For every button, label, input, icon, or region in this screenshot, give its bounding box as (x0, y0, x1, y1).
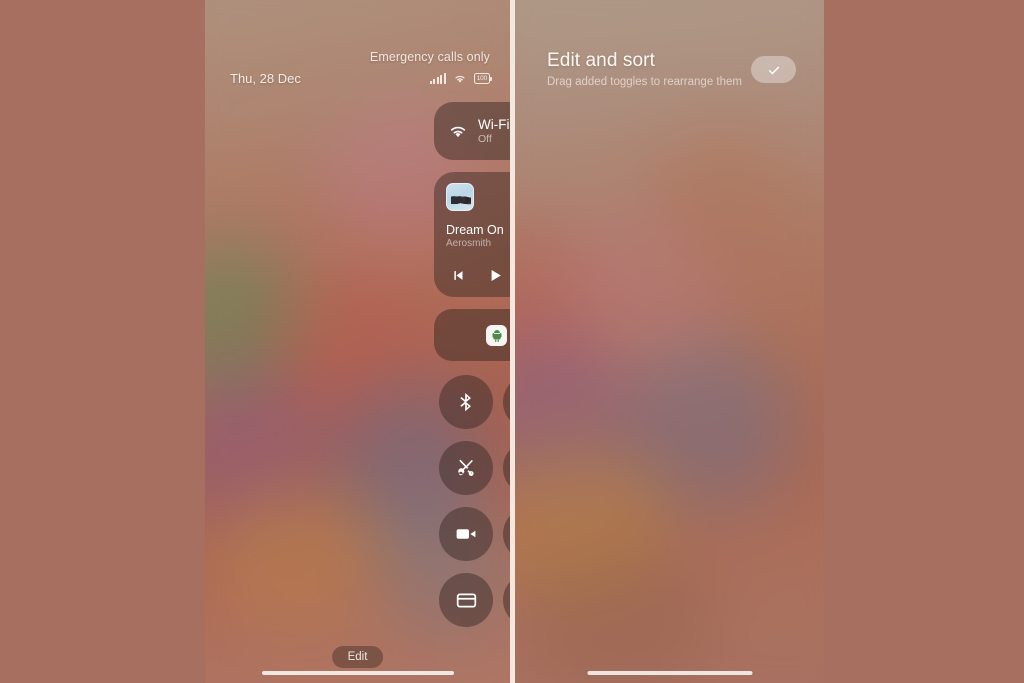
wifi-tile-status: Off (478, 133, 492, 145)
wifi-tile[interactable]: Wi-Fi Off (434, 102, 510, 160)
toggle-battery-saver[interactable] (503, 441, 510, 495)
toggle-cast[interactable] (503, 507, 510, 561)
toggle-wallet[interactable] (439, 573, 494, 627)
play-icon[interactable] (487, 267, 504, 284)
toggle-scanner[interactable] (503, 573, 510, 627)
connectivity-row: Wi-Fi Off Mobile data Not available (434, 102, 510, 160)
media-player-card[interactable]: Dream On Aerosmith (434, 172, 510, 297)
album-art (446, 183, 474, 211)
scissors-icon (458, 459, 474, 476)
edit-sort-header: Edit and sort Drag added toggles to rear… (547, 50, 742, 88)
home-indicator (587, 671, 752, 675)
android-easter-egg-tile[interactable]: Android Easter Egg (434, 309, 510, 361)
signal-bars-icon (429, 73, 446, 84)
toggle-airplane-mode[interactable] (503, 375, 510, 429)
media-and-sliders-row: Dream On Aerosmith (434, 172, 510, 297)
checkmark-icon (768, 66, 779, 75)
status-bar-date: Thu, 28 Dec (230, 71, 301, 86)
page-subtitle: Drag added toggles to rearrange them (547, 76, 742, 88)
battery-level: 100 (476, 75, 487, 82)
edit-button[interactable]: Edit (331, 646, 384, 668)
edit-and-sort-panel: Edit and sort Drag added toggles to rear… (515, 0, 824, 683)
wifi-icon (455, 75, 465, 83)
video-camera-icon (456, 529, 476, 539)
track-artist: Aerosmith (446, 238, 492, 249)
bluetooth-icon (460, 393, 472, 412)
toggle-screenshot[interactable] (439, 441, 494, 495)
wifi-icon (450, 126, 466, 138)
skip-previous-icon[interactable] (450, 268, 465, 283)
page-margin-right (824, 0, 1024, 683)
quick-toggle-grid (434, 375, 510, 627)
battery-icon: 100 (473, 73, 492, 84)
home-indicator (261, 671, 454, 675)
toggle-bluetooth[interactable] (439, 375, 494, 429)
card-icon (456, 593, 476, 607)
wifi-tile-title: Wi-Fi (478, 117, 510, 132)
toggle-screen-recorder[interactable] (439, 507, 494, 561)
confirm-button[interactable] (751, 56, 796, 83)
android-icon (486, 324, 508, 346)
control-center-panel: Emergency calls only Thu, 28 Dec 100 Wi-… (205, 0, 510, 683)
status-bar: Thu, 28 Dec 100 (230, 71, 492, 86)
page-margin-left (0, 0, 205, 683)
page-title: Edit and sort (547, 50, 655, 71)
track-title: Dream On (446, 223, 504, 237)
emergency-calls-text: Emergency calls only (369, 50, 490, 64)
screenshot-stage: Emergency calls only Thu, 28 Dec 100 Wi-… (0, 0, 1024, 683)
